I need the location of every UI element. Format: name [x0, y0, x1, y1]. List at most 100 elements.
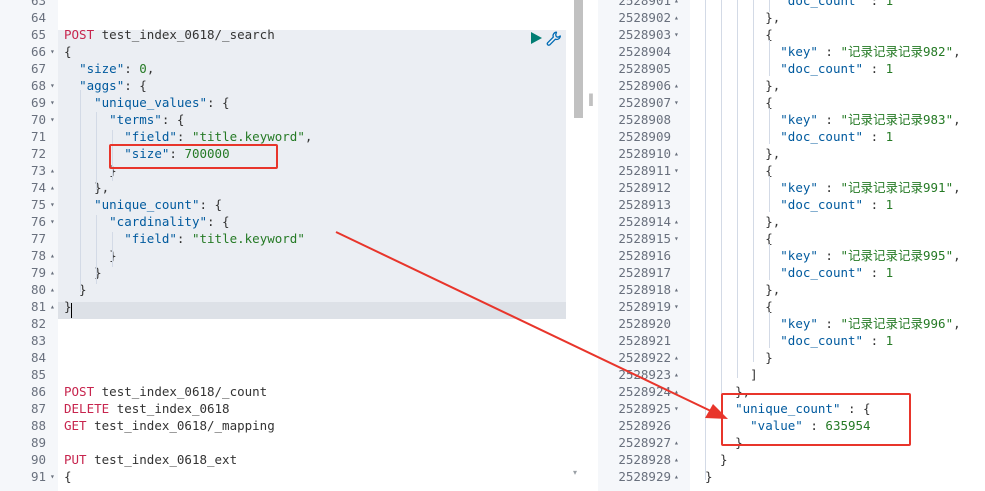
request-line: 81 ▴}	[0, 298, 570, 315]
indent-guide	[96, 215, 97, 284]
fold-close-icon[interactable]: ▴	[674, 349, 684, 366]
fold-close-icon[interactable]: ▴	[674, 9, 684, 26]
code-token: :	[817, 112, 841, 127]
line-number: 2528911	[618, 163, 671, 178]
request-line: 91 ▾ {	[0, 468, 570, 485]
code-token: }	[64, 282, 87, 297]
fold-open-icon[interactable]: ▾	[674, 26, 684, 43]
code-token: ,	[304, 129, 313, 144]
fold-close-icon[interactable]: ▴	[674, 77, 684, 94]
line-number: 2528908	[618, 112, 671, 127]
response-line: 2528921 "doc_count" : 1	[598, 332, 985, 349]
code-token: :	[817, 248, 841, 263]
request-line: 83	[0, 332, 570, 349]
fold-close-icon[interactable]: ▴	[674, 281, 684, 298]
line-number: 2528903	[618, 27, 671, 42]
scroll-down-arrow-icon[interactable]: ▾	[573, 468, 577, 477]
fold-open-icon[interactable]: ▾	[674, 298, 684, 315]
indent-guide	[753, 0, 754, 362]
code-token: DELETE	[64, 401, 117, 416]
fold-close-icon[interactable]: ▴	[674, 366, 684, 383]
fold-close-icon[interactable]: ▴	[674, 145, 684, 162]
request-line: 63	[0, 0, 570, 9]
response-line: 2528913 "doc_count" : 1	[598, 196, 985, 213]
response-line: 2528914 ▴ },	[598, 213, 985, 230]
code-token: },	[705, 214, 781, 229]
fold-open-icon[interactable]: ▾	[50, 43, 58, 60]
fold-open-icon[interactable]: ▾	[674, 230, 684, 247]
fold-open-icon[interactable]: ▾	[674, 162, 684, 179]
fold-close-icon[interactable]: ▴	[674, 451, 684, 468]
fold-open-icon[interactable]: ▾	[674, 400, 684, 417]
wrench-icon[interactable]	[545, 30, 563, 48]
line-number: 76	[30, 214, 46, 229]
fold-open-icon[interactable]: ▾	[50, 94, 58, 111]
code-text: "doc_count" : 1	[705, 128, 893, 145]
line-number: 2528910	[618, 146, 671, 161]
code-token: 1	[885, 265, 894, 280]
request-line: 90 PUT test_index_0618_ext	[0, 451, 570, 468]
fold-close-icon[interactable]: ▴	[50, 162, 58, 179]
code-token: }	[64, 248, 117, 263]
code-token: "记录记录记录991"	[840, 180, 954, 195]
request-line: 74 ▴ },	[0, 179, 570, 196]
fold-close-icon[interactable]: ▴	[50, 247, 58, 264]
response-line: 2528907 ▾ {	[598, 94, 985, 111]
request-line: 87 DELETE test_index_0618	[0, 400, 570, 417]
line-number: 63	[30, 0, 46, 8]
request-line: 70 ▾ "terms": {	[0, 111, 570, 128]
fold-open-icon[interactable]: ▾	[50, 111, 58, 128]
line-number: 72	[30, 146, 46, 161]
request-scrollbar[interactable]	[574, 0, 583, 118]
code-text: "size": 0,	[64, 60, 154, 77]
request-line: 71 "field": "title.keyword",	[0, 128, 570, 145]
code-text: "doc_count" : 1	[705, 332, 893, 349]
fold-open-icon[interactable]: ▾	[50, 468, 58, 485]
request-line: 89	[0, 434, 570, 451]
code-text: }	[705, 451, 728, 468]
code-token: ,	[146, 61, 155, 76]
fold-close-icon[interactable]: ▴	[674, 213, 684, 230]
pane-resizer[interactable]: ‖	[585, 0, 598, 491]
request-line: 65 POST test_index_0618/_search	[0, 26, 570, 43]
indent-guide	[721, 0, 722, 396]
code-token: "cardinality"	[109, 214, 207, 229]
fold-open-icon[interactable]: ▾	[50, 213, 58, 230]
fold-open-icon[interactable]: ▾	[674, 94, 684, 111]
play-icon[interactable]	[529, 31, 543, 45]
response-line: 2528909 "doc_count" : 1	[598, 128, 985, 145]
request-editor[interactable]: 63 64 65 POST test_index_0618/_search 66 ▾ {67…	[0, 0, 585, 491]
indent-guide	[769, 40, 770, 76]
fold-close-icon[interactable]: ▴	[50, 264, 58, 281]
code-text: "cardinality": {	[64, 213, 229, 230]
code-token: "key"	[780, 112, 818, 127]
line-number: 2528926	[618, 418, 671, 433]
fold-close-icon[interactable]: ▴	[674, 434, 684, 451]
code-text: }	[64, 247, 117, 264]
code-token: : {	[161, 112, 185, 127]
line-number: 66	[30, 44, 46, 59]
code-token: "key"	[780, 180, 818, 195]
fold-open-icon[interactable]: ▾	[50, 196, 58, 213]
code-text: "doc_count" : 1	[705, 196, 893, 213]
code-text: {	[64, 468, 72, 485]
code-token: "size"	[79, 61, 125, 76]
response-line: 2528917 "doc_count" : 1	[598, 264, 985, 281]
code-token: {	[705, 163, 773, 178]
fold-close-icon[interactable]: ▴	[674, 0, 684, 9]
fold-open-icon[interactable]: ▾	[50, 77, 58, 94]
fold-close-icon[interactable]: ▴	[674, 468, 684, 485]
fold-close-icon[interactable]: ▴	[50, 179, 58, 196]
code-token: :	[863, 333, 886, 348]
code-text: "key" : "记录记录记录983",	[705, 111, 960, 128]
request-line: 67 "size": 0,	[0, 60, 570, 77]
fold-close-icon[interactable]: ▴	[674, 383, 684, 400]
fold-close-icon[interactable]: ▴	[50, 281, 58, 298]
response-line: 2528910 ▴ },	[598, 145, 985, 162]
fold-close-icon[interactable]: ▴	[50, 298, 58, 315]
request-line: 69 ▾ "unique_values": {	[0, 94, 570, 111]
double-bar-grip-icon: ‖	[588, 92, 594, 106]
code-text: {	[705, 298, 773, 315]
